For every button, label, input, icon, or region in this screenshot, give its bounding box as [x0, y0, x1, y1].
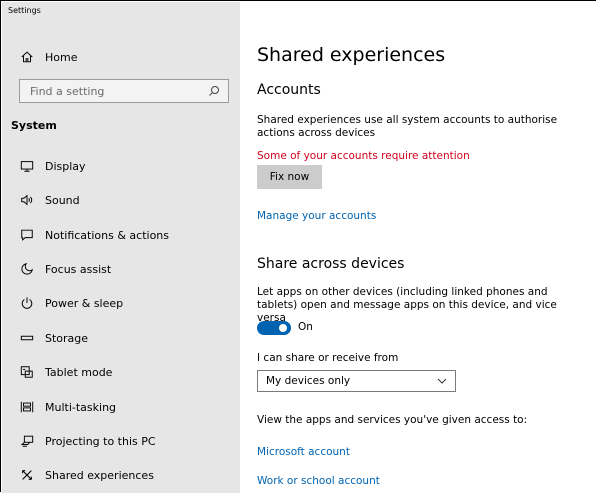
fix-now-button[interactable]: Fix now	[257, 165, 322, 189]
chevron-down-icon	[437, 377, 447, 385]
sidebar-item-label: Display	[45, 159, 86, 173]
access-text: View the apps and services you've given …	[257, 414, 528, 426]
notifications-icon	[19, 227, 35, 243]
sidebar-item-label: Sound	[45, 193, 80, 207]
sidebar-item-multitasking[interactable]: Multi-tasking	[2, 392, 240, 422]
settings-window: Settings Home System Display Sound	[0, 0, 596, 493]
search-input[interactable]	[30, 84, 208, 98]
share-from-value: My devices only	[266, 375, 351, 387]
sidebar-item-focus-assist[interactable]: Focus assist	[2, 254, 240, 284]
multitasking-icon	[19, 399, 35, 415]
search-icon[interactable]	[208, 85, 220, 97]
toggle-state-label: On	[298, 321, 313, 333]
sidebar-item-home[interactable]: Home	[2, 42, 240, 72]
sidebar-item-shared-experiences[interactable]: Shared experiences	[2, 460, 240, 490]
home-icon	[19, 49, 35, 65]
speaker-icon	[19, 192, 35, 208]
manage-accounts-link[interactable]: Manage your accounts	[257, 210, 376, 222]
section-label-system: System	[11, 119, 57, 132]
sidebar-item-label: Projecting to this PC	[45, 434, 156, 448]
sidebar-item-tablet-mode[interactable]: Tablet mode	[2, 357, 240, 387]
main-content: Shared experiences Accounts Shared exper…	[240, 2, 596, 493]
accounts-heading: Accounts	[257, 82, 321, 98]
sidebar-item-label: Notifications & actions	[45, 228, 170, 242]
share-from-select[interactable]: My devices only	[257, 370, 456, 392]
sidebar-item-storage[interactable]: Storage	[2, 323, 240, 353]
sidebar: Settings Home System Display Sound	[2, 2, 240, 493]
share-description: Let apps on other devices (including lin…	[257, 286, 557, 324]
shared-experiences-icon	[19, 467, 35, 483]
sidebar-item-display[interactable]: Display	[2, 151, 240, 181]
sidebar-item-label: Power & sleep	[45, 296, 124, 310]
monitor-icon	[19, 158, 35, 174]
power-icon	[19, 295, 35, 311]
tablet-mode-icon	[19, 364, 35, 380]
share-heading: Share across devices	[257, 256, 405, 272]
sidebar-item-projecting[interactable]: Projecting to this PC	[2, 426, 240, 456]
sidebar-item-notifications[interactable]: Notifications & actions	[2, 220, 240, 250]
storage-icon	[19, 330, 35, 346]
microsoft-account-link[interactable]: Microsoft account	[257, 446, 350, 458]
sidebar-item-label: Storage	[45, 331, 89, 345]
projecting-icon	[19, 433, 35, 449]
accounts-warning: Some of your accounts require attention	[257, 150, 470, 162]
work-school-account-link[interactable]: Work or school account	[257, 475, 380, 487]
search-field[interactable]	[19, 79, 229, 103]
window-title: Settings	[8, 6, 41, 15]
toggle-knob	[279, 324, 287, 332]
sidebar-item-power-sleep[interactable]: Power & sleep	[2, 288, 240, 318]
share-toggle[interactable]	[257, 321, 291, 335]
sidebar-item-label: Home	[45, 50, 78, 64]
sidebar-item-label: Tablet mode	[45, 365, 113, 379]
accounts-description: Shared experiences use all system accoun…	[257, 114, 558, 139]
page-title: Shared experiences	[257, 44, 446, 66]
sidebar-item-label: Shared experiences	[45, 468, 154, 482]
sidebar-item-label: Multi-tasking	[45, 400, 117, 414]
sidebar-item-label: Focus assist	[45, 262, 112, 276]
moon-icon	[19, 261, 35, 277]
share-from-label: I can share or receive from	[257, 352, 399, 364]
sidebar-item-sound[interactable]: Sound	[2, 185, 240, 215]
